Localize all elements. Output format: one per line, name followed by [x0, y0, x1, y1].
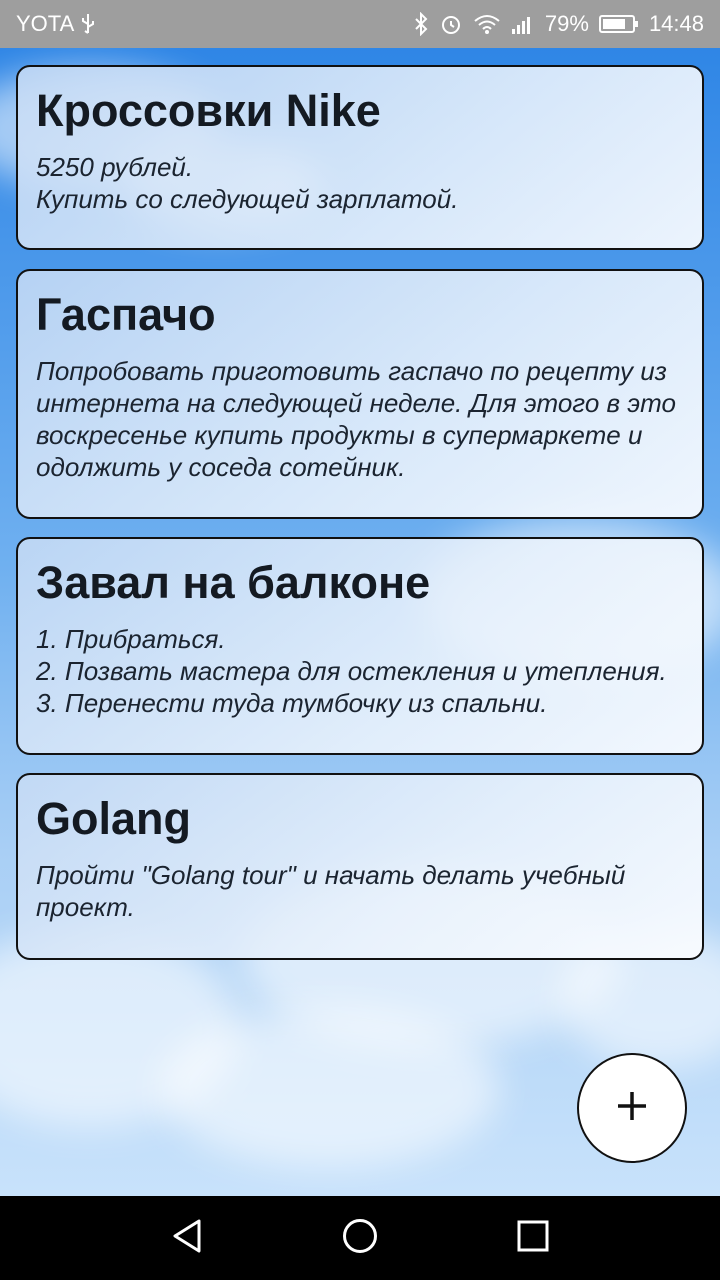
recents-button[interactable]: [493, 1198, 573, 1278]
clock: 14:48: [648, 11, 704, 36]
navigation-bar: [0, 1196, 720, 1280]
note-body: 5250 рублей. Купить со следующей зарплат…: [36, 152, 459, 214]
carrier-label: YOTA: [16, 11, 75, 36]
alarm-icon: [439, 12, 463, 36]
note-title: Golang: [36, 793, 191, 844]
home-button[interactable]: [320, 1198, 400, 1278]
plus-icon: [615, 1089, 649, 1128]
note-title: Кроссовки Nike: [36, 85, 381, 136]
note-body: Пройти "Golang tour" и начать делать уче…: [36, 860, 626, 922]
bluetooth-icon: [413, 12, 429, 36]
wifi-icon: [473, 13, 501, 35]
add-note-button[interactable]: [577, 1053, 687, 1163]
recents-icon: [517, 1220, 549, 1257]
note-card[interactable]: Кроссовки Nike 5250 рублей. Купить со сл…: [16, 65, 704, 250]
usb-icon: [80, 13, 96, 35]
battery-percent: 79%: [544, 11, 589, 36]
status-bar: YOTA 79% 14:48: [0, 0, 720, 48]
note-title: Гаспачо: [36, 289, 216, 340]
note-card[interactable]: Гаспачо Попробовать приготовить гаспачо …: [16, 269, 704, 519]
battery-icon: [598, 13, 639, 35]
note-body: Попробовать приготовить гаспачо по рецеп…: [36, 356, 676, 482]
back-button[interactable]: [147, 1198, 227, 1278]
signal-icon: [511, 13, 535, 35]
note-title: Завал на балконе: [36, 557, 431, 608]
note-card[interactable]: Golang Пройти "Golang tour" и начать дел…: [16, 773, 704, 960]
note-body: 1. Прибраться. 2. Позвать мастера для ос…: [36, 624, 667, 718]
note-card[interactable]: Завал на балконе 1. Прибраться. 2. Позва…: [16, 537, 704, 755]
back-icon: [171, 1218, 203, 1259]
home-icon: [341, 1217, 379, 1260]
notes-list: Кроссовки Nike 5250 рублей. Купить со сл…: [0, 48, 720, 1196]
